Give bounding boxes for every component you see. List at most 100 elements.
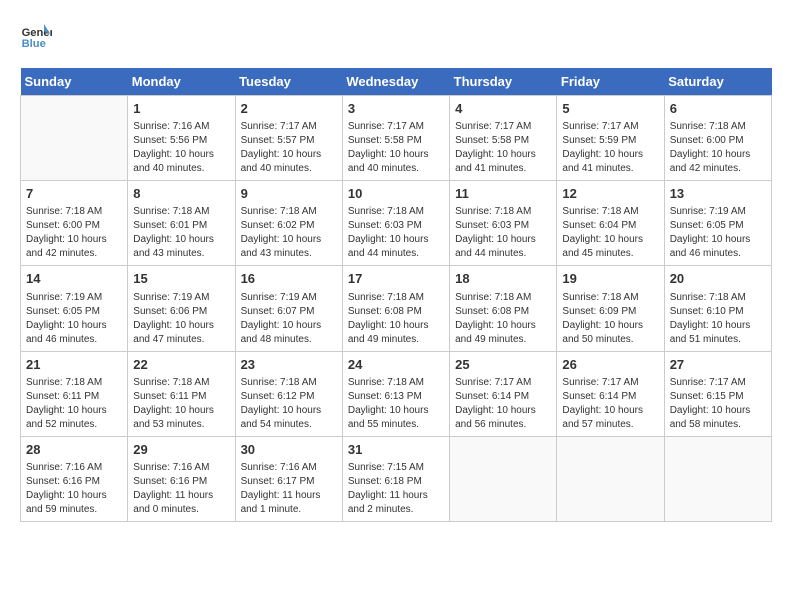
day-info: Sunrise: 7:18 AM Sunset: 6:10 PM Dayligh…: [670, 291, 766, 347]
day-info: Sunrise: 7:17 AM Sunset: 6:14 PM Dayligh…: [562, 376, 658, 432]
day-number: 27: [670, 356, 766, 374]
calendar-week-row: 21 Sunrise: 7:18 AM Sunset: 6:11 PM Dayli…: [21, 351, 772, 436]
weekday-header: Wednesday: [342, 68, 449, 96]
day-number: 25: [455, 356, 551, 374]
day-info: Sunrise: 7:18 AM Sunset: 6:01 PM Dayligh…: [133, 205, 229, 261]
calendar-week-row: 1 Sunrise: 7:16 AM Sunset: 5:56 PM Daylig…: [21, 96, 772, 181]
calendar-day-cell: 21Sunrise: 7:18 AM Sunset: 6:11 PM Dayli…: [21, 351, 128, 436]
weekday-header: Tuesday: [235, 68, 342, 96]
weekday-header: Monday: [128, 68, 235, 96]
calendar-day-cell: 22Sunrise: 7:18 AM Sunset: 6:11 PM Dayli…: [128, 351, 235, 436]
day-info: Sunrise: 7:17 AM Sunset: 5:58 PM Dayligh…: [455, 120, 551, 176]
page-header: General Blue: [20, 20, 772, 52]
day-info: Sunrise: 7:18 AM Sunset: 6:03 PM Dayligh…: [455, 205, 551, 261]
day-number: 6: [670, 100, 766, 118]
calendar-day-cell: 20Sunrise: 7:18 AM Sunset: 6:10 PM Dayli…: [664, 266, 771, 351]
day-number: 15: [133, 270, 229, 288]
calendar-day-cell: 10 Sunrise: 7:18 AM Sunset: 6:03 PM Dayli…: [342, 181, 449, 266]
day-number: 19: [562, 270, 658, 288]
day-info: Sunrise: 7:18 AM Sunset: 6:08 PM Dayligh…: [348, 291, 444, 347]
weekday-header: Sunday: [21, 68, 128, 96]
day-info: Sunrise: 7:16 AM Sunset: 6:16 PM Dayligh…: [133, 461, 229, 517]
calendar-day-cell: 9Sunrise: 7:18 AM Sunset: 6:02 PM Daylig…: [235, 181, 342, 266]
day-number: 17: [348, 270, 444, 288]
day-info: Sunrise: 7:19 AM Sunset: 6:05 PM Dayligh…: [670, 205, 766, 261]
calendar-table: SundayMondayTuesdayWednesdayThursdayFrid…: [20, 68, 772, 522]
day-info: Sunrise: 7:18 AM Sunset: 6:13 PM Dayligh…: [348, 376, 444, 432]
day-number: 29: [133, 441, 229, 459]
calendar-day-cell: 19 Sunrise: 7:18 AM Sunset: 6:09 PM Dayli…: [557, 266, 664, 351]
day-info: Sunrise: 7:18 AM Sunset: 6:00 PM Dayligh…: [26, 205, 122, 261]
logo-icon: General Blue: [20, 20, 52, 52]
calendar-body: 1 Sunrise: 7:16 AM Sunset: 5:56 PM Daylig…: [21, 96, 772, 522]
day-info: Sunrise: 7:18 AM Sunset: 6:02 PM Dayligh…: [241, 205, 337, 261]
day-number: 16: [241, 270, 337, 288]
calendar-day-cell: 1 Sunrise: 7:16 AM Sunset: 5:56 PM Daylig…: [128, 96, 235, 181]
day-number: 21: [26, 356, 122, 374]
day-info: Sunrise: 7:16 AM Sunset: 5:56 PM Dayligh…: [133, 120, 229, 176]
day-number: 14: [26, 270, 122, 288]
day-info: Sunrise: 7:18 AM Sunset: 6:04 PM Dayligh…: [562, 205, 658, 261]
day-number: 12: [562, 185, 658, 203]
calendar-day-cell: 25 Sunrise: 7:17 AM Sunset: 6:14 PM Dayli…: [450, 351, 557, 436]
calendar-week-row: 14 Sunrise: 7:19 AM Sunset: 6:05 PM Dayli…: [21, 266, 772, 351]
calendar-day-cell: [21, 96, 128, 181]
day-number: 5: [562, 100, 658, 118]
weekday-header: Thursday: [450, 68, 557, 96]
day-number: 28: [26, 441, 122, 459]
day-info: Sunrise: 7:15 AM Sunset: 6:18 PM Dayligh…: [348, 461, 444, 517]
logo: General Blue: [20, 20, 52, 52]
day-number: 8: [133, 185, 229, 203]
calendar-day-cell: 27 Sunrise: 7:17 AM Sunset: 6:15 PM Dayli…: [664, 351, 771, 436]
calendar-day-cell: 18Sunrise: 7:18 AM Sunset: 6:08 PM Dayli…: [450, 266, 557, 351]
calendar-day-cell: 17 Sunrise: 7:18 AM Sunset: 6:08 PM Dayli…: [342, 266, 449, 351]
day-info: Sunrise: 7:17 AM Sunset: 6:15 PM Dayligh…: [670, 376, 766, 432]
day-number: 7: [26, 185, 122, 203]
day-info: Sunrise: 7:18 AM Sunset: 6:12 PM Dayligh…: [241, 376, 337, 432]
day-number: 2: [241, 100, 337, 118]
day-info: Sunrise: 7:18 AM Sunset: 6:09 PM Dayligh…: [562, 291, 658, 347]
day-number: 13: [670, 185, 766, 203]
calendar-day-cell: 30Sunrise: 7:16 AM Sunset: 6:17 PM Dayli…: [235, 436, 342, 521]
day-number: 1: [133, 100, 229, 118]
day-info: Sunrise: 7:17 AM Sunset: 5:57 PM Dayligh…: [241, 120, 337, 176]
day-info: Sunrise: 7:19 AM Sunset: 6:05 PM Dayligh…: [26, 291, 122, 347]
day-info: Sunrise: 7:16 AM Sunset: 6:16 PM Dayligh…: [26, 461, 122, 517]
calendar-week-row: 28 Sunrise: 7:16 AM Sunset: 6:16 PM Dayli…: [21, 436, 772, 521]
weekday-header: Friday: [557, 68, 664, 96]
calendar-day-cell: 5 Sunrise: 7:17 AM Sunset: 5:59 PM Daylig…: [557, 96, 664, 181]
calendar-day-cell: 13 Sunrise: 7:19 AM Sunset: 6:05 PM Dayli…: [664, 181, 771, 266]
day-info: Sunrise: 7:18 AM Sunset: 6:00 PM Dayligh…: [670, 120, 766, 176]
day-number: 3: [348, 100, 444, 118]
day-info: Sunrise: 7:18 AM Sunset: 6:11 PM Dayligh…: [133, 376, 229, 432]
day-info: Sunrise: 7:17 AM Sunset: 5:58 PM Dayligh…: [348, 120, 444, 176]
calendar-day-cell: 31 Sunrise: 7:15 AM Sunset: 6:18 PM Dayli…: [342, 436, 449, 521]
day-number: 31: [348, 441, 444, 459]
calendar-day-cell: [664, 436, 771, 521]
day-number: 10: [348, 185, 444, 203]
day-info: Sunrise: 7:19 AM Sunset: 6:07 PM Dayligh…: [241, 291, 337, 347]
calendar-day-cell: 3 Sunrise: 7:17 AM Sunset: 5:58 PM Daylig…: [342, 96, 449, 181]
svg-text:Blue: Blue: [22, 38, 46, 50]
calendar-day-cell: 6 Sunrise: 7:18 AM Sunset: 6:00 PM Daylig…: [664, 96, 771, 181]
weekday-header: Saturday: [664, 68, 771, 96]
day-info: Sunrise: 7:19 AM Sunset: 6:06 PM Dayligh…: [133, 291, 229, 347]
day-info: Sunrise: 7:18 AM Sunset: 6:08 PM Dayligh…: [455, 291, 551, 347]
day-number: 4: [455, 100, 551, 118]
calendar-day-cell: 26 Sunrise: 7:17 AM Sunset: 6:14 PM Dayli…: [557, 351, 664, 436]
calendar-day-cell: 2 Sunrise: 7:17 AM Sunset: 5:57 PM Daylig…: [235, 96, 342, 181]
svg-text:General: General: [22, 27, 52, 39]
calendar-day-cell: 16 Sunrise: 7:19 AM Sunset: 6:07 PM Dayli…: [235, 266, 342, 351]
calendar-day-cell: 11Sunrise: 7:18 AM Sunset: 6:03 PM Dayli…: [450, 181, 557, 266]
day-number: 26: [562, 356, 658, 374]
day-info: Sunrise: 7:17 AM Sunset: 5:59 PM Dayligh…: [562, 120, 658, 176]
calendar-day-cell: 8 Sunrise: 7:18 AM Sunset: 6:01 PM Daylig…: [128, 181, 235, 266]
calendar-day-cell: 15 Sunrise: 7:19 AM Sunset: 6:06 PM Dayli…: [128, 266, 235, 351]
calendar-header-row: SundayMondayTuesdayWednesdayThursdayFrid…: [21, 68, 772, 96]
day-info: Sunrise: 7:17 AM Sunset: 6:14 PM Dayligh…: [455, 376, 551, 432]
calendar-day-cell: [557, 436, 664, 521]
calendar-day-cell: 24 Sunrise: 7:18 AM Sunset: 6:13 PM Dayli…: [342, 351, 449, 436]
day-number: 24: [348, 356, 444, 374]
day-info: Sunrise: 7:18 AM Sunset: 6:03 PM Dayligh…: [348, 205, 444, 261]
day-number: 23: [241, 356, 337, 374]
